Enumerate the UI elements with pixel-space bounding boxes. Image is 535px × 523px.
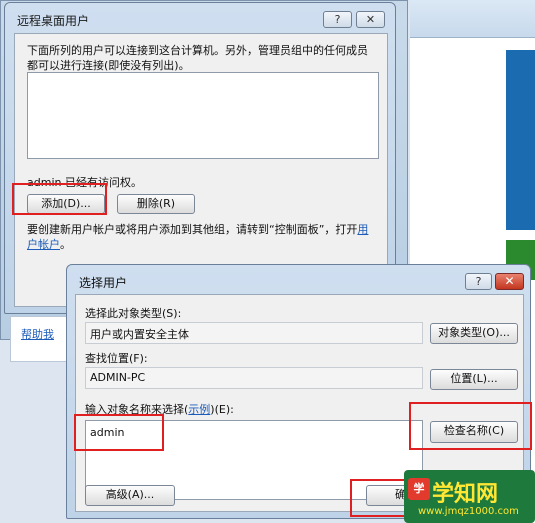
watermark-title: 学知网 [432,482,499,507]
dialog-title: 远程桌面用户 [17,14,90,28]
note-suffix: 。 [60,238,71,251]
close-button[interactable]: ✕ [356,11,385,28]
add-button-highlight [12,183,107,215]
description-text: 下面所列的用户可以连接到这台计算机。另外，管理员组中的任何成员都可以进行连接(即… [27,44,368,72]
watermark-seal-icon: 学 [408,478,430,500]
locations-button[interactable]: 位置(L)... [430,369,518,390]
object-type-field: 用户或内置安全主体 [85,322,423,344]
examples-link[interactable]: 示例 [188,403,210,416]
user-accounts-note: 要创建新用户帐户或将用户添加到其他组，请转到“控制面板”，打开用户帐户。 [27,222,379,252]
dialog-title: 选择用户 [79,276,128,290]
advanced-button[interactable]: 高级(A)... [85,485,175,506]
background-toolbar [410,0,535,38]
background-desktop-strip [506,50,535,230]
watermark-url: www.jmqz1000.com [418,506,519,517]
close-button[interactable]: ✕ [495,273,524,290]
site-watermark: 学 学知网 www.jmqz1000.com [404,470,535,523]
background-help-link[interactable]: 帮助我 [21,326,54,342]
remove-button[interactable]: 删除(R) [117,194,195,214]
object-types-button[interactable]: 对象类型(O)... [430,323,518,344]
check-names-highlight [409,402,532,450]
object-type-label: 选择此对象类型(S): [85,307,182,320]
location-label: 查找位置(F): [85,352,148,365]
users-list[interactable] [27,72,379,159]
ok-button-highlight [350,479,406,517]
help-button[interactable]: ? [323,11,352,28]
help-button[interactable]: ? [465,273,492,290]
note-prefix: 要创建新用户帐户或将用户添加到其他组，请转到“控制面板”，打开 [27,223,358,236]
enter-names-suffix: )(E): [210,403,234,416]
names-input-highlight [74,414,164,451]
location-field: ADMIN-PC [85,367,423,389]
